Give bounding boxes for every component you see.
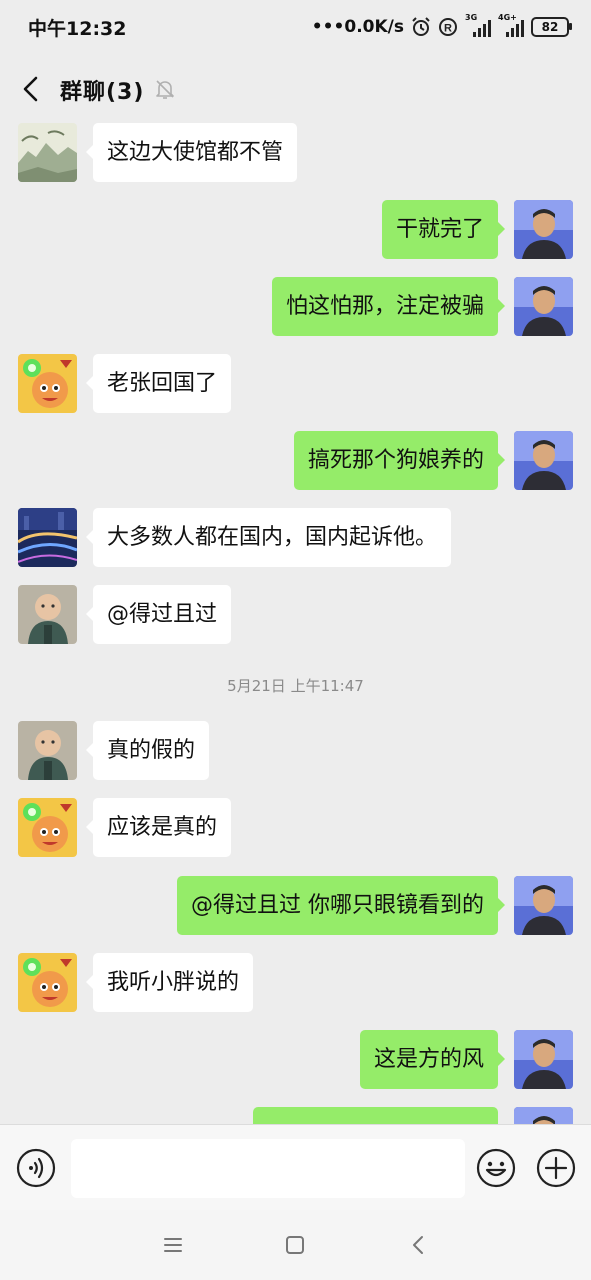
message-bubble[interactable]: 这边大使馆都不管: [85, 123, 298, 182]
chat-header: 群聊(3): [0, 62, 591, 116]
avatar-self-photo[interactable]: [514, 876, 573, 935]
message-bubble[interactable]: 真的假的: [85, 721, 210, 780]
message-input[interactable]: [71, 1139, 465, 1198]
avatar-landscape-painting[interactable]: [18, 123, 77, 182]
message-bubble[interactable]: 大多数人都在国内，国内起诉他。: [85, 508, 452, 567]
signal-3g-icon: 3G: [465, 13, 491, 37]
avatar-night-city[interactable]: [18, 508, 77, 567]
message-bubble[interactable]: 干就完了: [381, 200, 506, 259]
home-icon[interactable]: [282, 1232, 308, 1258]
avatar-cartoon-character[interactable]: [18, 798, 77, 857]
message-bubble[interactable]: 应该是真的: [85, 798, 232, 857]
message-bubble[interactable]: @得过且过 你哪只眼镜看到的: [177, 876, 505, 935]
menu-icon[interactable]: [160, 1232, 186, 1258]
avatar-cartoon-character[interactable]: [18, 354, 77, 413]
registered-icon: R: [439, 18, 457, 36]
message-bubble[interactable]: 怕这怕那，注定被骗: [271, 277, 506, 336]
message-bubble[interactable]: 老张回国了: [85, 354, 232, 413]
avatar-self-photo[interactable]: [514, 200, 573, 259]
avatar-self-photo[interactable]: [514, 431, 573, 490]
network-speed: •••0.0K/s: [311, 17, 404, 37]
voice-input-icon[interactable]: [16, 1148, 56, 1188]
chat-timestamp: 5月21日 上午11:47: [227, 677, 364, 695]
status-icons: •••0.0K/s R 3G 4G+ 82: [311, 13, 572, 40]
message-bubble[interactable]: 我听小胖说的: [85, 953, 254, 1012]
chat-title[interactable]: 群聊(3): [60, 74, 144, 106]
alarm-icon: [412, 17, 430, 36]
battery-icon: 82: [531, 17, 572, 37]
message-bubble[interactable]: @得过且过: [85, 585, 232, 644]
signal-4g-icon: 4G+: [498, 13, 524, 37]
back-arrow-icon[interactable]: [14, 72, 48, 106]
more-plus-icon[interactable]: [536, 1148, 576, 1188]
status-bar: 中午12:32 •••0.0K/s R 3G 4G+ 82: [0, 0, 591, 52]
avatar-self-photo[interactable]: [514, 1030, 573, 1089]
avatar-child-photo[interactable]: [18, 585, 77, 644]
avatar-self-photo[interactable]: [514, 277, 573, 336]
svg-text:R: R: [444, 23, 452, 35]
message-bubble[interactable]: 搞死那个狗娘养的: [293, 431, 506, 490]
input-bar: [0, 1124, 591, 1211]
avatar-child-photo[interactable]: [18, 721, 77, 780]
message-bubble[interactable]: 这是方的风: [359, 1030, 506, 1089]
avatar-cartoon-character[interactable]: [18, 953, 77, 1012]
system-nav-bar: [0, 1210, 591, 1280]
back-nav-icon[interactable]: [406, 1232, 432, 1258]
emoji-icon[interactable]: [476, 1148, 516, 1188]
mute-bell-icon: [156, 80, 174, 99]
status-time: 中午12:32: [28, 18, 127, 40]
